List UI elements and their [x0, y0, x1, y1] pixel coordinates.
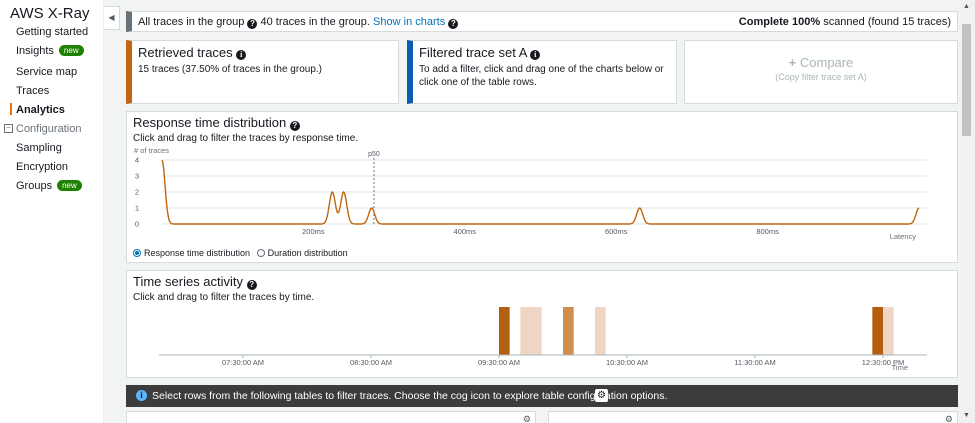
x-axis-label: Time [892, 363, 908, 372]
info-icon: i [136, 390, 147, 401]
scan-text: scanned (found 15 traces) [823, 16, 951, 28]
nav-sampling[interactable]: Sampling [16, 142, 62, 154]
sidebar-title: AWS X-Ray [10, 5, 90, 22]
time-bar [563, 307, 574, 355]
group-summary: All traces in the group ? 40 traces in t… [138, 16, 459, 29]
time-series-panel: Time series activity ? Click and drag to… [126, 270, 958, 378]
time-bar [531, 307, 542, 355]
time-bar [883, 307, 894, 355]
nav-insights-label: Insights [16, 45, 54, 57]
x-tick-label: 09:30:00 AM [478, 358, 520, 367]
y-axis-label: # of traces [134, 146, 169, 155]
help-icon[interactable]: ? [247, 19, 258, 29]
cog-icon[interactable]: ⚙ [595, 389, 608, 402]
sidebar: AWS X-Ray Getting started Insights new Se… [0, 0, 104, 423]
nav-getting-started[interactable]: Getting started [16, 26, 88, 38]
card-title: Filtered trace set A i [419, 45, 541, 60]
x-tick-label: 08:30:00 AM [350, 358, 392, 367]
scroll-down-icon[interactable]: ▼ [963, 412, 970, 419]
x-tick-label: 200ms [302, 227, 325, 236]
scan-percent: 100% [791, 16, 821, 28]
nav-encryption[interactable]: Encryption [16, 161, 68, 173]
complete-label: Complete [738, 16, 789, 28]
x-tick-label: 400ms [454, 227, 477, 236]
compare-label: Compare [799, 55, 854, 70]
chart-mode-radios: Response time distribution Duration dist… [133, 248, 348, 258]
table-panel-left: ⚙ [126, 411, 536, 423]
radio-response-time[interactable] [133, 249, 141, 257]
panel-title: Response time distribution ? [133, 115, 300, 131]
x-tick-label: 600ms [605, 227, 628, 236]
rt-title: Response time distribution [133, 115, 287, 130]
y-tick-label: 0 [135, 220, 139, 229]
new-badge: new [58, 45, 84, 56]
compare-sub: (Copy filter trace set A) [775, 72, 867, 82]
y-tick-label: 1 [135, 204, 139, 213]
nav-insights[interactable]: Insights new [16, 45, 84, 57]
show-in-charts-link[interactable]: Show in charts [373, 16, 445, 28]
response-time-chart[interactable]: # of traces 0 1 2 3 4 200ms 400ms 600ms 800ms p… [127, 146, 957, 246]
gear-icon[interactable]: ⚙ [945, 414, 953, 423]
x-tick-label: 800ms [756, 227, 779, 236]
nav-analytics[interactable]: Analytics [16, 104, 65, 116]
compare-card[interactable]: + Compare (Copy filter trace set A) [684, 40, 958, 104]
panel-title: Time series activity ? [133, 274, 257, 290]
filtered-title: Filtered trace set A [419, 45, 527, 60]
help-icon[interactable]: ? [289, 121, 300, 131]
filtered-trace-set-card[interactable]: Filtered trace set A i To add a filter, … [407, 40, 677, 104]
retrieved-traces-card[interactable]: Retrieved traces i 15 traces (37.50% of … [126, 40, 399, 104]
table-panel-right: ⚙ [548, 411, 958, 423]
compare-button[interactable]: + Compare [685, 55, 957, 70]
time-series-chart[interactable]: 07:30:00 AM 08:30:00 AM 09:30:00 AM 10:30:0… [127, 303, 957, 377]
plus-icon: + [788, 55, 797, 70]
x-tick-label: 11:30:00 AM [734, 358, 776, 367]
caret-left-icon: ◀ [108, 13, 115, 22]
radio-response-time-label[interactable]: Response time distribution [144, 248, 250, 258]
info-icon[interactable]: i [236, 50, 247, 60]
nav-configuration[interactable]: Configuration [16, 123, 81, 135]
y-tick-label: 2 [135, 188, 139, 197]
scroll-up-icon[interactable]: ▲ [963, 3, 970, 10]
scan-status: Complete 100% scanned (found 15 traces) [739, 16, 951, 28]
collapse-group-icon[interactable]: − [4, 124, 13, 133]
new-badge: new [57, 180, 82, 191]
nav-traces[interactable]: Traces [16, 85, 49, 97]
radio-duration-label[interactable]: Duration distribution [268, 248, 348, 258]
active-indicator [10, 103, 12, 115]
response-time-panel: Response time distribution ? Click and d… [126, 111, 958, 263]
help-icon[interactable]: ? [246, 280, 257, 290]
x-tick-label: 07:30:00 AM [222, 358, 264, 367]
time-bar [520, 307, 531, 355]
banner-message: Select rows from the following tables to… [152, 390, 668, 402]
y-tick-label: 3 [135, 172, 139, 181]
table-info-banner: i Select rows from the following tables … [126, 385, 958, 407]
group-label: All traces in the group [138, 16, 245, 28]
scrollbar-thumb[interactable] [962, 24, 971, 136]
card-title: Retrieved traces i [138, 45, 247, 60]
retrieved-desc: 15 traces (37.50% of traces in the group… [138, 64, 322, 75]
group-summary-bar: All traces in the group ? 40 traces in t… [126, 11, 958, 32]
time-bar [499, 307, 510, 355]
p50-marker-label: p50 [368, 151, 380, 158]
info-icon[interactable]: i [530, 50, 541, 60]
time-bar [595, 307, 606, 355]
nav-groups-label: Groups [16, 180, 53, 192]
page-scrollbar[interactable]: ▲ ▼ [960, 0, 975, 423]
rt-subtitle: Click and drag to filter the traces by r… [133, 133, 359, 144]
x-tick-label: 10:30:00 AM [606, 358, 648, 367]
y-tick-label: 4 [135, 156, 139, 165]
ts-title: Time series activity [133, 274, 244, 289]
trace-count: 40 traces in the group. [260, 16, 370, 28]
ts-subtitle: Click and drag to filter the traces by t… [133, 292, 315, 303]
filtered-desc: To add a filter, click and drag one of t… [419, 64, 664, 88]
collapse-sidebar-button[interactable]: ◀ [104, 6, 120, 30]
gear-icon[interactable]: ⚙ [523, 414, 531, 423]
radio-duration[interactable] [256, 249, 265, 257]
help-icon[interactable]: ? [448, 19, 459, 29]
nav-service-map[interactable]: Service map [16, 66, 77, 78]
nav-groups[interactable]: Groups new [16, 180, 82, 192]
retrieved-title: Retrieved traces [138, 45, 233, 60]
x-axis-label: Latency [890, 232, 917, 241]
time-bar [872, 307, 883, 355]
